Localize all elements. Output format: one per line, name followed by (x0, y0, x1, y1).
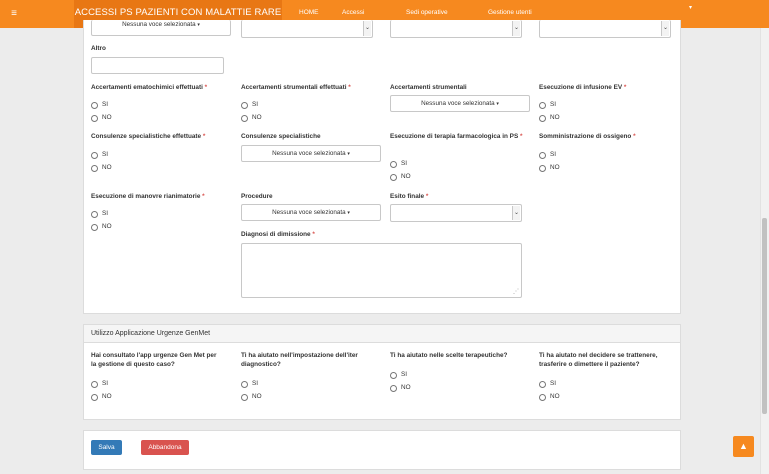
radio-consulenze-no[interactable] (91, 165, 98, 172)
label-ossigeno: Somministrazione di ossigeno * (539, 133, 636, 140)
nav-link-sedi-operative[interactable]: Sedi operative (406, 8, 448, 18)
label-consulenze-specialistiche: Consulenze specialistiche (241, 133, 321, 140)
option-label: SI (102, 380, 109, 387)
abandon-button[interactable]: Abbandona (141, 440, 189, 455)
label-accertamenti-ematochimici: Accertamenti ematochimici effettuati * (91, 84, 208, 91)
option-label: SI (252, 101, 259, 108)
radio-genmet-q1-no[interactable] (91, 394, 98, 401)
select-arrow-icon: ⌄ (661, 21, 669, 36)
radio-genmet-q1-si[interactable] (91, 381, 98, 388)
label-manovre-rianimatorie: Esecuzione di manovre rianimatorie * (91, 193, 205, 200)
radio-genmet-q4-no[interactable] (539, 394, 546, 401)
option-label: NO (102, 114, 112, 121)
option-label: SI (401, 160, 408, 167)
option-label: NO (252, 393, 262, 400)
nav-link-accessi[interactable]: Accessi (342, 8, 364, 18)
radio-infusione-no[interactable] (539, 115, 546, 122)
option-label: NO (102, 164, 112, 171)
option-label: SI (550, 101, 557, 108)
label-genmet-q3: Ti ha aiutato nelle scelte terapeutiche? (390, 352, 508, 359)
multiselect-consulenze[interactable]: Nessuna voce selezionata ▾ (241, 145, 381, 162)
select-esito-finale[interactable]: ⌄ (390, 204, 522, 222)
top-select-4[interactable]: ⌄ (539, 20, 671, 38)
label-genmet-q2: Ti ha aiutato nell'impostazione dell'ite… (241, 352, 358, 368)
select-arrow-icon: ⌄ (512, 206, 520, 220)
radio-ossigeno-si[interactable] (539, 152, 546, 159)
radio-ematochimici-no[interactable] (91, 115, 98, 122)
label-terapia-farmacologica: Esecuzione di terapia farmacologica in P… (390, 133, 523, 140)
textarea-diagnosi-dimissione[interactable]: ⋰ (241, 243, 522, 298)
option-label: NO (401, 173, 411, 180)
menu-icon[interactable]: ≡ (8, 8, 20, 20)
altro-label: Altro (91, 45, 106, 52)
genmet-panel-title: Utilizzo Applicazione Urgenze GenMet (84, 325, 680, 343)
radio-strumentali-si[interactable] (241, 102, 248, 109)
top-multiselect[interactable]: Nessuna voce selezionata ▾ (91, 20, 231, 36)
page-scrollbar-thumb[interactable] (762, 218, 767, 414)
radio-genmet-q4-si[interactable] (539, 381, 546, 388)
save-button[interactable]: Salva (91, 440, 122, 455)
radio-rianimatorie-si[interactable] (91, 211, 98, 218)
option-label: SI (401, 371, 408, 378)
option-label: NO (550, 164, 560, 171)
multiselect-accertamenti-strumentali[interactable]: Nessuna voce selezionata ▾ (390, 95, 530, 112)
radio-rianimatorie-no[interactable] (91, 224, 98, 231)
user-menu-icon[interactable]: ▾ (689, 5, 692, 11)
resize-handle-icon[interactable]: ⋰ (513, 289, 519, 295)
radio-terapia-no[interactable] (390, 174, 397, 181)
radio-ossigeno-no[interactable] (539, 165, 546, 172)
radio-ematochimici-si[interactable] (91, 102, 98, 109)
radio-strumentali-no[interactable] (241, 115, 248, 122)
select-arrow-icon: ⌄ (363, 21, 371, 36)
option-label: SI (550, 151, 557, 158)
genmet-panel: Utilizzo Applicazione Urgenze GenMet (83, 324, 681, 420)
radio-genmet-q3-no[interactable] (390, 385, 397, 392)
option-label: NO (550, 393, 560, 400)
scroll-to-top-button[interactable]: ▲ (733, 436, 754, 457)
label-accertamenti-strumentali-effettuati: Accertamenti strumentali effettuati * (241, 84, 351, 91)
option-label: NO (550, 114, 560, 121)
label-procedure: Procedure (241, 193, 273, 200)
top-select-2[interactable]: ⌄ (241, 20, 373, 38)
label-accertamenti-strumentali: Accertamenti strumentali (390, 84, 467, 91)
radio-infusione-si[interactable] (539, 102, 546, 109)
arrow-up-icon: ▲ (739, 441, 748, 451)
option-label: NO (102, 393, 112, 400)
option-label: SI (102, 151, 109, 158)
label-genmet-q1: Hai consultato l'app urgenze Gen Met per… (91, 352, 217, 368)
option-label: SI (102, 210, 109, 217)
radio-genmet-q3-si[interactable] (390, 372, 397, 379)
option-label: SI (102, 101, 109, 108)
option-label: SI (550, 380, 557, 387)
option-label: NO (252, 114, 262, 121)
label-diagnosi-dimissione: Diagnosi di dimissione * (241, 231, 315, 238)
label-genmet-q4: Ti ha aiutato nel decidere se trattenere… (539, 352, 658, 368)
top-select-3[interactable]: ⌄ (390, 20, 522, 38)
option-label: SI (252, 380, 259, 387)
option-label: NO (401, 384, 411, 391)
radio-terapia-si[interactable] (390, 161, 397, 168)
radio-genmet-q2-si[interactable] (241, 381, 248, 388)
label-consulenze-effettuate: Consulenze specialistiche effettuate * (91, 133, 206, 140)
option-label: NO (102, 223, 112, 230)
nav-link-home[interactable]: HOME (299, 8, 319, 18)
nav-link-gestione-utenti[interactable]: Gestione utenti (488, 8, 532, 18)
label-esito-finale: Esito finale * (390, 193, 429, 200)
radio-genmet-q2-no[interactable] (241, 394, 248, 401)
altro-input[interactable] (91, 57, 224, 74)
multiselect-procedure[interactable]: Nessuna voce selezionata ▾ (241, 204, 381, 221)
label-infusione-ev: Esecuzione di infusione EV * (539, 84, 627, 91)
select-arrow-icon: ⌄ (512, 21, 520, 36)
radio-consulenze-si[interactable] (91, 152, 98, 159)
